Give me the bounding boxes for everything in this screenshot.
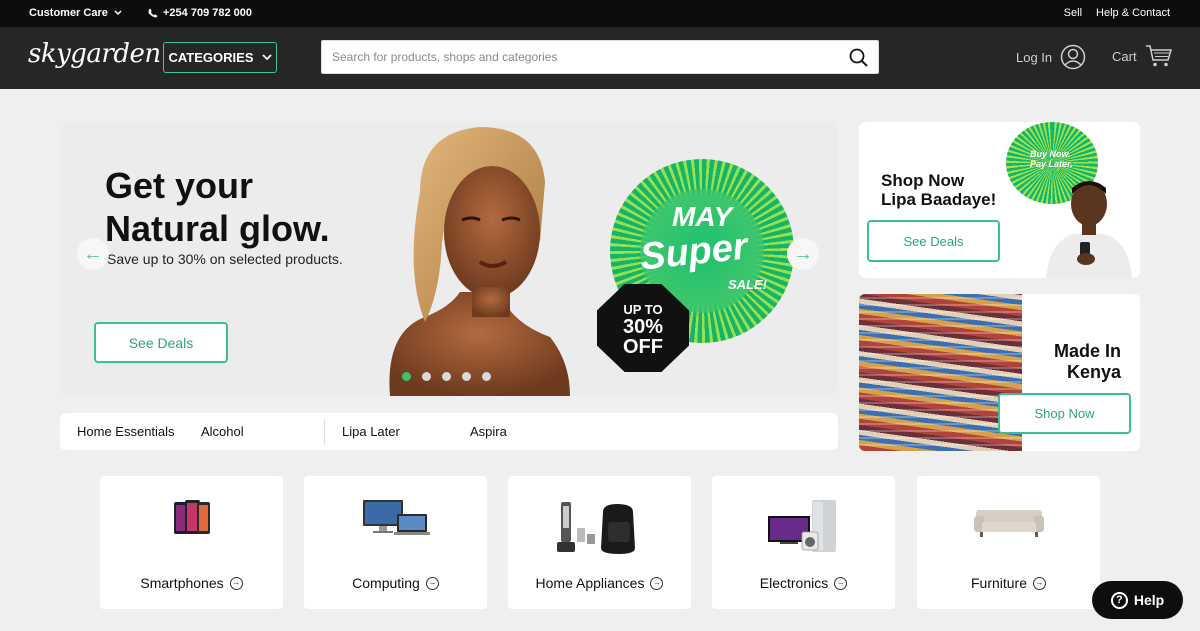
category-label-text: Electronics [759,575,829,591]
carousel-dots [402,372,491,381]
customer-care-menu[interactable]: Customer Care [29,7,122,19]
home-appliances-icon [556,502,635,554]
chevron-down-icon [114,10,122,16]
categories-button[interactable]: CATEGORIES [163,42,277,73]
login-button[interactable]: Log In [1016,44,1086,70]
category-label: Electronics → [712,575,895,591]
category-card-home-appliances[interactable]: Home Appliances → [508,476,691,609]
category-label-text: Smartphones [140,575,224,591]
hero-subtitle: Save up to 30% on selected products. [107,251,343,267]
hero-see-deals-button[interactable]: See Deals [94,322,228,363]
quick-links-bar: Home Essentials Alcohol Lipa Later Aspir… [60,413,838,450]
search-input[interactable] [332,41,832,73]
hero-banner[interactable]: Get your Natural glow. Save up to 30% on… [60,122,838,396]
help-chat-button[interactable]: ? Help [1092,581,1183,619]
arrow-right-circle-icon: → [1033,576,1047,590]
made-in-kenya-banner[interactable]: Made In Kenya Shop Now [859,294,1140,451]
help-label: Help [1133,592,1165,608]
category-label: Computing → [304,575,487,591]
main-header: skygarden CATEGORIES Log In Cart [0,27,1200,89]
computing-icon [362,500,430,535]
sell-link[interactable]: Sell [1064,7,1082,19]
phone-number[interactable]: +254 709 782 000 [148,7,252,19]
title-line2: Lipa Baadaye! [881,190,997,209]
category-card-smartphones[interactable]: Smartphones → [100,476,283,609]
man-with-phone-photo [1046,181,1132,278]
arrow-right-circle-icon: → [425,576,439,590]
category-card-furniture[interactable]: Furniture → [917,476,1100,609]
title-line1: Shop Now [881,171,965,190]
category-label-text: Home Appliances [535,575,645,591]
lipa-see-deals-button[interactable]: See Deals [867,220,1000,262]
help-contact-link[interactable]: Help & Contact [1096,7,1170,19]
arrow-right-circle-icon: → [650,576,664,590]
quick-link-aspira[interactable]: Aspira [470,424,507,439]
cart-button[interactable]: Cart [1112,44,1173,68]
divider [324,419,325,445]
skygarden-logo[interactable]: skygarden [28,39,161,69]
carousel-dot[interactable] [442,372,451,381]
search-bar [321,40,879,74]
category-card-electronics[interactable]: Electronics → [712,476,895,609]
search-icon[interactable] [849,48,868,67]
customer-care-label: Customer Care [29,7,108,19]
made-in-kenya-title: Made In Kenya [1031,341,1121,383]
title-line2: Kenya [1066,362,1121,382]
made-in-kenya-shop-now-button[interactable]: Shop Now [998,393,1131,434]
furniture-icon [973,510,1044,537]
carousel-dot[interactable] [482,372,491,381]
arrow-right-circle-icon: → [229,576,243,590]
smartphones-icon [173,500,210,534]
category-label: Smartphones → [100,575,283,591]
carousel-dot[interactable] [462,372,471,381]
arrow-right-circle-icon: → [834,576,848,590]
quick-link-alcohol[interactable]: Alcohol [201,424,244,439]
lipa-baadaye-banner[interactable]: Buy Now. Pay Later. Shop Now Lipa Baaday… [859,122,1140,278]
category-card-computing[interactable]: Computing → [304,476,487,609]
hero-title: Get your Natural glow. [105,164,330,250]
promo-percent: 30% [622,316,664,338]
phone-label: +254 709 782 000 [163,7,253,19]
up-to-30-off-badge: UP TO 30% OFF [597,284,689,372]
login-label: Log In [1016,49,1053,65]
model-photo [389,127,570,396]
title-line1: Made In [1053,341,1121,361]
hero-title-line1: Get your [105,165,254,206]
category-label: Home Appliances → [508,575,691,591]
category-label: Furniture → [917,575,1100,591]
category-label-text: Furniture [970,575,1028,591]
carousel-dot[interactable] [402,372,411,381]
carousel-next-arrow-icon[interactable]: → [787,238,819,270]
badge-line1: Buy Now. [1030,149,1071,159]
carousel-dot[interactable] [422,372,431,381]
promo-upto: UP TO [623,302,663,317]
chevron-down-icon [261,54,272,61]
categories-label: CATEGORIES [168,50,254,65]
question-icon: ? [1110,591,1128,609]
quick-link-lipa-later[interactable]: Lipa Later [342,424,400,439]
top-bar: Customer Care +254 709 782 000 Sell Help… [0,0,1200,27]
promo-off: OFF [623,336,663,358]
user-icon [1060,44,1086,70]
cart-icon [1145,45,1172,67]
promo-sale: SALE! [728,277,767,292]
lipa-baadaye-title: Shop Now Lipa Baadaye! [881,171,996,209]
phone-icon [148,8,158,18]
hero-title-line2: Natural glow. [105,208,330,249]
carousel-prev-arrow-icon[interactable]: ← [77,238,109,270]
electronics-icon [767,500,836,552]
cart-label: Cart [1112,48,1137,64]
category-label-text: Computing [352,575,420,591]
quick-link-home-essentials[interactable]: Home Essentials [77,424,175,439]
